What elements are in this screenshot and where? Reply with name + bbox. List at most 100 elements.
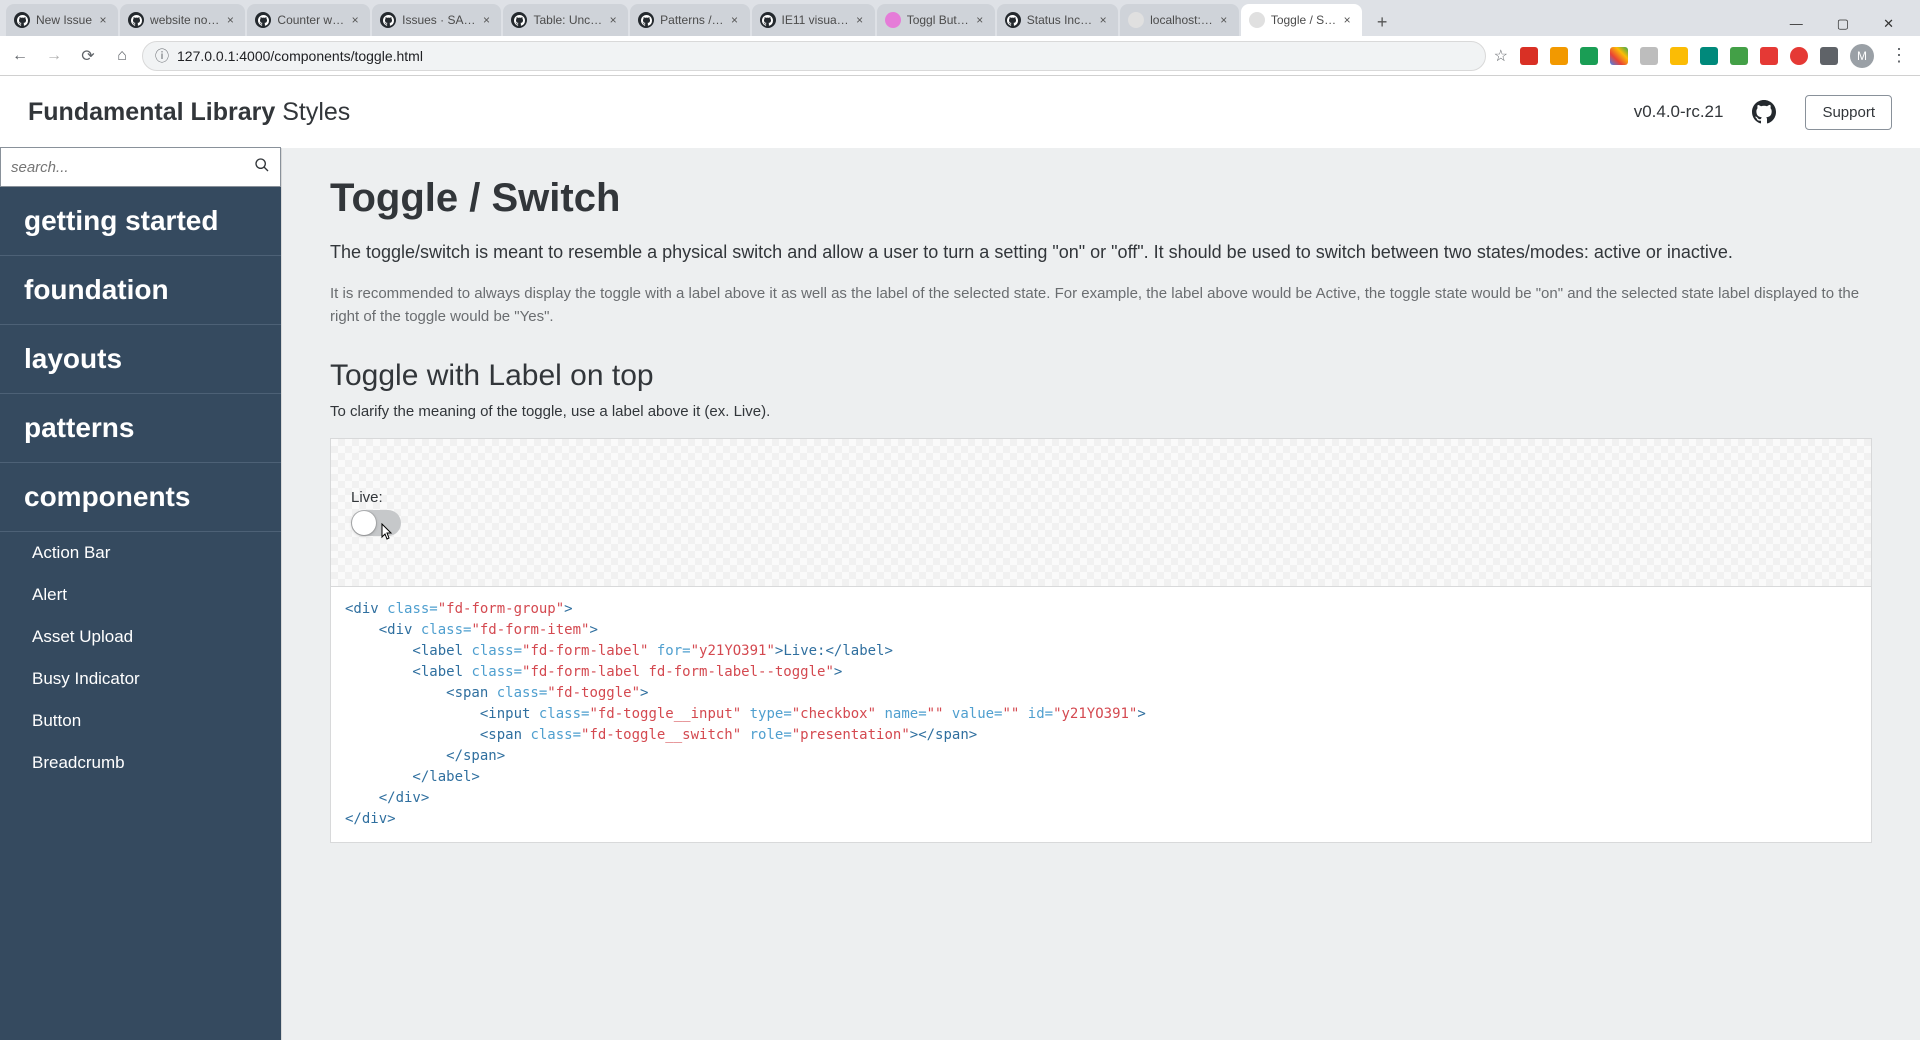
home-button[interactable]: ⌂ (110, 44, 134, 68)
extension-icon[interactable] (1730, 47, 1748, 65)
browser-tab[interactable]: website no… × (120, 4, 245, 36)
description-paragraph: It is recommended to always display the … (330, 282, 1872, 329)
sidebar-sub-alert[interactable]: Alert (0, 574, 281, 616)
browser-tab[interactable]: Issues · SA… × (372, 4, 501, 36)
support-button[interactable]: Support (1805, 95, 1892, 130)
tab-title: Table: Unc… (533, 13, 602, 27)
close-tab-icon[interactable]: × (348, 13, 362, 27)
maximize-button[interactable]: ▢ (1829, 12, 1857, 36)
tab-title: website no… (150, 13, 219, 27)
close-tab-icon[interactable]: × (223, 13, 237, 27)
back-button[interactable]: ← (8, 44, 32, 68)
extension-icon[interactable] (1820, 47, 1838, 65)
search-icon[interactable] (254, 157, 270, 178)
tab-title: New Issue (36, 13, 92, 27)
sidebar-sub-button[interactable]: Button (0, 700, 281, 742)
code-snippet[interactable]: <div class="fd-form-group"> <div class="… (330, 587, 1872, 843)
example-preview: Live: (330, 438, 1872, 587)
close-tab-icon[interactable]: × (1217, 13, 1231, 27)
side-navigation[interactable]: getting started foundation layouts patte… (0, 187, 281, 1040)
github-favicon-icon (380, 12, 396, 28)
tab-title: Issues · SA… (402, 13, 475, 27)
minimize-button[interactable]: — (1782, 12, 1811, 36)
sidebar-item-patterns[interactable]: patterns (0, 394, 281, 463)
browser-menu-icon[interactable]: ⋮ (1886, 45, 1912, 66)
close-tab-icon[interactable]: × (1096, 13, 1110, 27)
sidebar-item-foundation[interactable]: foundation (0, 256, 281, 325)
sidebar-item-layouts[interactable]: layouts (0, 325, 281, 394)
page-content: Fundamental Library Styles v0.4.0-rc.21 … (0, 76, 1920, 1040)
address-bar[interactable]: ⓘ 127.0.0.1:4000/components/toggle.html (142, 41, 1486, 71)
close-tab-icon[interactable]: × (973, 13, 987, 27)
sidebar-item-components[interactable]: components (0, 463, 281, 532)
close-tab-icon[interactable]: × (606, 13, 620, 27)
github-favicon-icon (1005, 12, 1021, 28)
close-window-button[interactable]: ✕ (1875, 12, 1902, 36)
lead-paragraph: The toggle/switch is meant to resemble a… (330, 239, 1872, 266)
extension-icon[interactable] (1520, 47, 1538, 65)
close-tab-icon[interactable]: × (96, 13, 110, 27)
cursor-icon (379, 523, 395, 547)
browser-tab[interactable]: New Issue × (6, 4, 118, 36)
github-favicon-icon (14, 12, 30, 28)
extension-icon[interactable] (1610, 47, 1628, 65)
browser-tab[interactable]: Patterns /… × (630, 4, 749, 36)
extension-icon[interactable] (1760, 47, 1778, 65)
extension-icon[interactable] (1700, 47, 1718, 65)
tab-title: Patterns /… (660, 13, 723, 27)
extension-icon[interactable] (1640, 47, 1658, 65)
bookmark-icon[interactable]: ☆ (1494, 46, 1508, 66)
version-label: v0.4.0-rc.21 (1634, 102, 1724, 122)
browser-tab[interactable]: localhost:… × (1120, 4, 1239, 36)
github-favicon-icon (128, 12, 144, 28)
blank-favicon-icon (1128, 12, 1144, 28)
github-favicon-icon (511, 12, 527, 28)
browser-tabstrip: New Issue×website no…×Counter w…×Issues … (0, 0, 1920, 36)
close-tab-icon[interactable]: × (853, 13, 867, 27)
browser-tab[interactable]: Status Inc…× (997, 4, 1118, 36)
search-input[interactable] (11, 159, 254, 176)
new-tab-button[interactable]: + (1368, 8, 1396, 36)
tab-title: Counter w… (277, 13, 344, 27)
github-icon[interactable] (1751, 99, 1777, 125)
brand-title[interactable]: Fundamental Library Styles (28, 98, 350, 127)
browser-tab[interactable]: Toggle / S… × (1241, 4, 1362, 36)
close-tab-icon[interactable]: × (728, 13, 742, 27)
extension-icon[interactable] (1790, 47, 1808, 65)
browser-tab[interactable]: Table: Unc… × (503, 4, 628, 36)
toggl-favicon-icon (885, 12, 901, 28)
site-header: Fundamental Library Styles v0.4.0-rc.21 … (0, 76, 1920, 148)
url-text: 127.0.0.1:4000/components/toggle.html (177, 48, 423, 64)
forward-button[interactable]: → (42, 44, 66, 68)
browser-tab[interactable]: Counter w… × (247, 4, 370, 36)
extension-icon[interactable] (1550, 47, 1568, 65)
extension-icon[interactable] (1670, 47, 1688, 65)
browser-toolbar: ← → ⟳ ⌂ ⓘ 127.0.0.1:4000/components/togg… (0, 36, 1920, 76)
extension-icon[interactable] (1580, 47, 1598, 65)
extensions-area: ☆ M ⋮ (1494, 44, 1912, 68)
tab-title: localhost:… (1150, 13, 1213, 27)
reload-button[interactable]: ⟳ (76, 44, 100, 68)
sidebar-item-getting-started[interactable]: getting started (0, 187, 281, 256)
github-favicon-icon (760, 12, 776, 28)
profile-avatar[interactable]: M (1850, 44, 1874, 68)
section-heading: Toggle with Label on top (330, 359, 1872, 393)
sidebar-sub-asset-upload[interactable]: Asset Upload (0, 616, 281, 658)
toggle-knob (352, 511, 376, 535)
toggle-label: Live: (351, 489, 1851, 506)
sidebar-sub-action-bar[interactable]: Action Bar (0, 532, 281, 574)
browser-tab[interactable]: IE11 visua… × (752, 4, 875, 36)
sidebar-sub-breadcrumb[interactable]: Breadcrumb (0, 742, 281, 784)
close-tab-icon[interactable]: × (479, 13, 493, 27)
page-title: Toggle / Switch (330, 176, 1872, 221)
site-info-icon[interactable]: ⓘ (155, 46, 169, 66)
tab-title: IE11 visua… (782, 13, 849, 27)
main-content-scroll[interactable]: Toggle / Switch The toggle/switch is mea… (282, 148, 1920, 1040)
browser-tab[interactable]: Toggl But…× (877, 4, 995, 36)
close-tab-icon[interactable]: × (1340, 13, 1354, 27)
search-box[interactable] (0, 147, 281, 187)
sidebar-sub-busy-indicator[interactable]: Busy Indicator (0, 658, 281, 700)
blank-favicon-icon (1249, 12, 1265, 28)
toggle-switch[interactable] (351, 510, 401, 536)
tab-title: Toggle / S… (1271, 13, 1336, 27)
